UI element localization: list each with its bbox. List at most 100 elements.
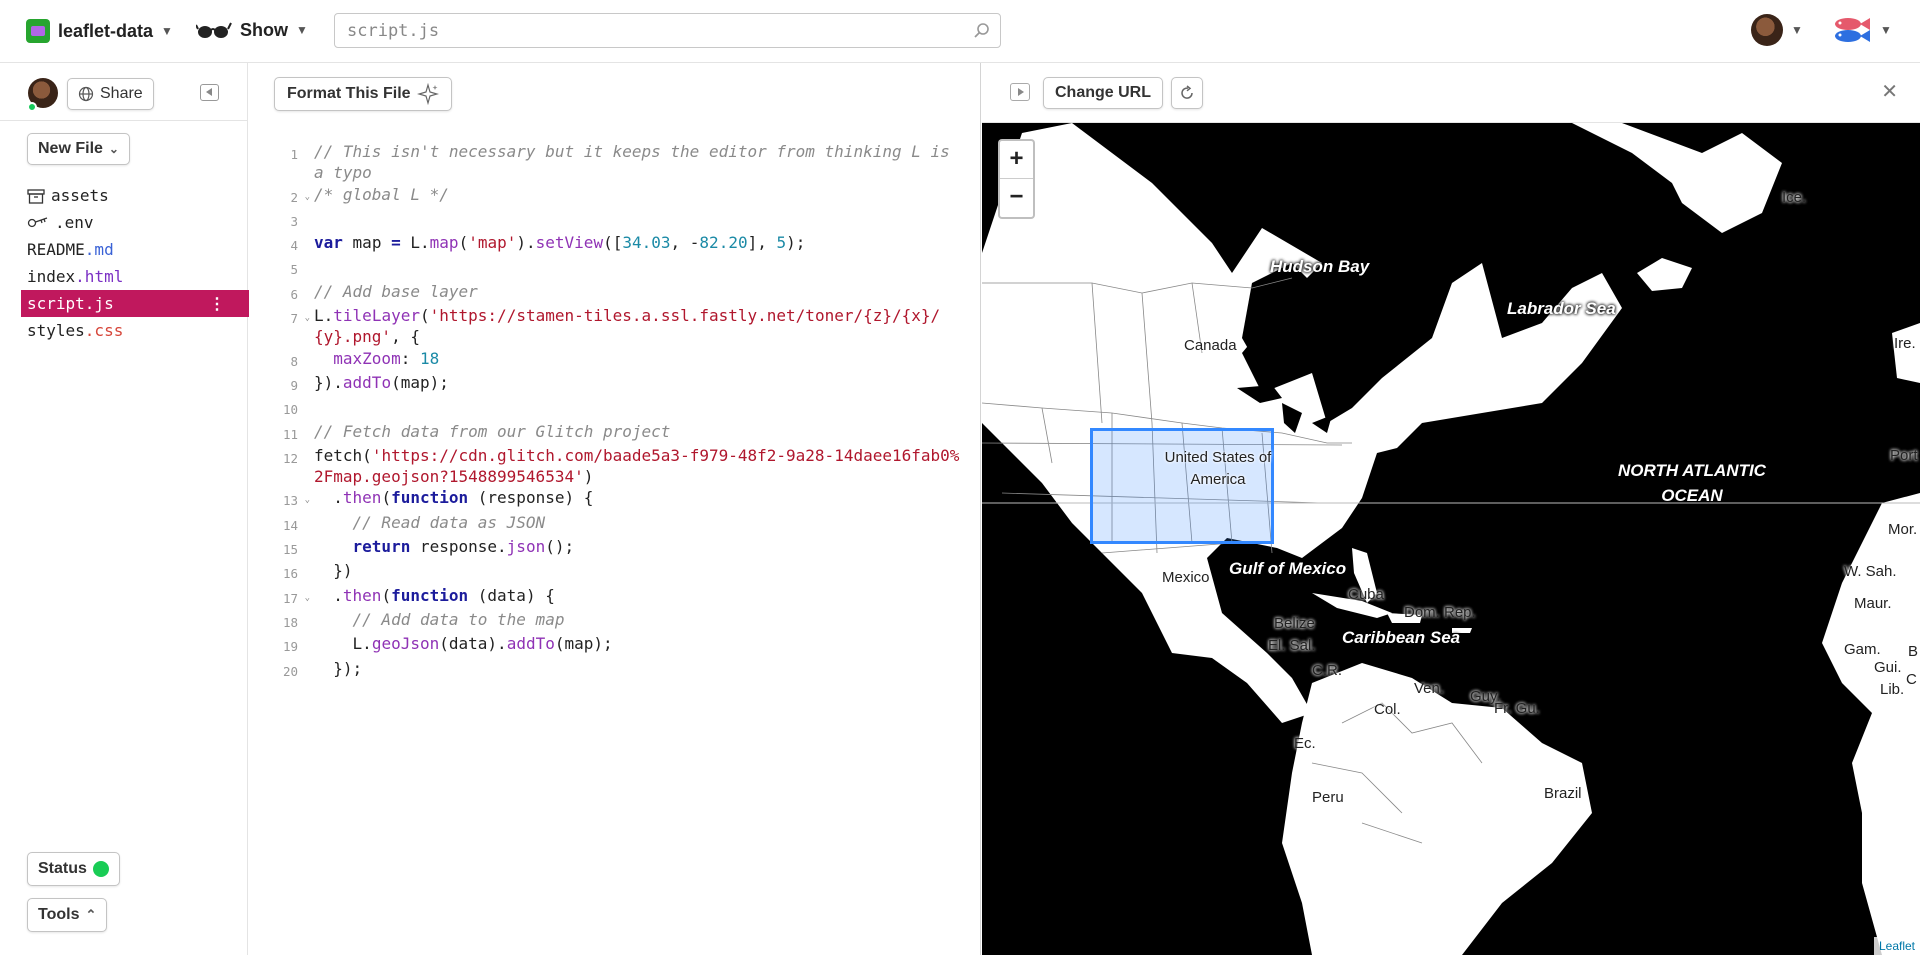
code-line[interactable]: 8 maxZoom: 18 bbox=[249, 348, 981, 372]
share-button[interactable]: Share bbox=[67, 78, 154, 110]
code-line[interactable]: 4 var map = L.map('map').setView([34.03, … bbox=[249, 232, 981, 256]
code-line[interactable]: 10 bbox=[249, 396, 981, 420]
file-ext: .md bbox=[84, 240, 114, 259]
zoom-control: + − bbox=[998, 139, 1035, 219]
zoom-in-button[interactable]: + bbox=[1000, 141, 1033, 179]
code-line[interactable]: 3 bbox=[249, 208, 981, 232]
file-name: .env bbox=[55, 213, 94, 232]
file-styles-css[interactable]: styles.css bbox=[21, 317, 248, 344]
code-text: // Add data to the map bbox=[314, 609, 565, 629]
glitch-menu[interactable]: ▼ bbox=[1830, 14, 1892, 46]
file-list: assets .env README.md index.html script.… bbox=[21, 182, 249, 344]
fold-toggle-icon[interactable]: ⌄ bbox=[305, 187, 310, 208]
file-env[interactable]: .env bbox=[21, 209, 248, 236]
file-assets[interactable]: assets bbox=[21, 182, 248, 209]
user-menu[interactable]: ▼ bbox=[1751, 14, 1803, 46]
leaflet-attribution-link[interactable]: Leaflet bbox=[1873, 937, 1920, 955]
file-script-js[interactable]: script.js ⋮ bbox=[21, 290, 249, 317]
line-number: 15 bbox=[282, 542, 298, 558]
refresh-icon bbox=[1181, 85, 1193, 99]
line-number: 19 bbox=[282, 639, 298, 655]
code-text: // Add base layer bbox=[314, 281, 478, 301]
show-menu-button[interactable]: Show ▼ bbox=[196, 19, 308, 41]
code-area[interactable]: 1 // This isn't necessary but it keeps th… bbox=[249, 141, 981, 682]
change-url-button[interactable]: Change URL bbox=[1043, 77, 1163, 109]
code-line[interactable]: 16 }) bbox=[249, 560, 981, 584]
file-name: assets bbox=[51, 186, 109, 205]
status-button[interactable]: Status bbox=[27, 852, 120, 886]
line-number: 7 ⌄ bbox=[249, 305, 310, 348]
refresh-button[interactable] bbox=[1171, 77, 1203, 109]
code-text: // Read data as JSON bbox=[314, 512, 546, 532]
code-line[interactable]: 5 bbox=[249, 256, 981, 280]
collapse-sidebar-button[interactable] bbox=[200, 84, 219, 101]
map-label: El. Sal. bbox=[1268, 637, 1316, 654]
code-line[interactable]: 12 fetch('https://cdn.glitch.com/baade5a3… bbox=[249, 445, 981, 488]
leaflet-map[interactable]: + − Ice. Hudson Bay Labrador Sea Ire. Ca… bbox=[982, 123, 1920, 955]
close-preview-icon[interactable]: ✕ bbox=[1881, 79, 1898, 104]
code-line[interactable]: 9}).addTo(map); bbox=[249, 372, 981, 396]
map-label: Brazil bbox=[1544, 785, 1582, 802]
map-label: Dom. Rep. bbox=[1404, 604, 1476, 621]
map-label: Belize bbox=[1274, 615, 1315, 632]
code-line[interactable]: 15 return response.json(); bbox=[249, 536, 981, 560]
file-options-icon[interactable]: ⋮ bbox=[209, 290, 225, 317]
format-file-label: Format This File bbox=[287, 85, 411, 102]
fold-toggle-icon[interactable]: ⌄ bbox=[305, 308, 310, 329]
code-line[interactable]: 6 // Add base layer bbox=[249, 281, 981, 305]
sidebar: Share New File ⌄ assets .env README.md i… bbox=[0, 63, 249, 955]
map-label: Ven. bbox=[1414, 680, 1445, 697]
line-number: 16 bbox=[282, 566, 298, 582]
code-text: return response.json(); bbox=[352, 537, 575, 557]
file-ext: .css bbox=[84, 321, 124, 340]
chevron-down-icon: ▼ bbox=[296, 23, 308, 37]
file-name: styles bbox=[27, 321, 85, 340]
code-text: .then(function (data) { bbox=[314, 585, 555, 605]
line-number: 9 bbox=[290, 377, 298, 393]
new-file-label: New File bbox=[38, 140, 103, 157]
code-line[interactable]: 19 L.geoJson(data).addTo(map); bbox=[249, 633, 981, 657]
change-url-label: Change URL bbox=[1055, 84, 1151, 101]
new-file-button[interactable]: New File ⌄ bbox=[27, 133, 130, 165]
file-readme[interactable]: README.md bbox=[21, 236, 248, 263]
code-line[interactable]: 2 ⌄/* global L */ bbox=[249, 184, 981, 208]
project-menu[interactable]: leaflet-data ▼ bbox=[26, 19, 173, 43]
file-search-input[interactable] bbox=[335, 14, 955, 47]
line-number: 14 bbox=[282, 517, 298, 533]
file-index-html[interactable]: index.html bbox=[21, 263, 248, 290]
line-number: 20 bbox=[282, 663, 298, 679]
code-line[interactable]: 13 ⌄ .then(function (response) { bbox=[249, 487, 981, 511]
line-number: 5 bbox=[290, 262, 298, 278]
code-line[interactable]: 11 // Fetch data from our Glitch project bbox=[249, 421, 981, 445]
code-line[interactable]: 20 }); bbox=[249, 658, 981, 682]
map-label: Cuba bbox=[1348, 586, 1384, 603]
code-text: maxZoom: 18 bbox=[333, 348, 440, 368]
code-line[interactable]: 17 ⌄ .then(function (data) { bbox=[249, 585, 981, 609]
project-logo-icon bbox=[26, 19, 50, 43]
preview-toolbar: Change URL ✕ bbox=[982, 63, 1920, 123]
code-line[interactable]: 14 // Read data as JSON bbox=[249, 512, 981, 536]
project-name: leaflet-data bbox=[58, 20, 154, 41]
glitch-fish-logo-icon bbox=[1835, 18, 1870, 42]
zoom-out-button[interactable]: − bbox=[1000, 179, 1033, 217]
file-search bbox=[334, 13, 1001, 48]
file-name: script bbox=[27, 294, 85, 313]
code-line[interactable]: 18 // Add data to the map bbox=[249, 609, 981, 633]
map-label: Ec. bbox=[1294, 735, 1316, 752]
fold-toggle-icon[interactable]: ⌄ bbox=[305, 490, 310, 511]
format-file-button[interactable]: Format This File bbox=[274, 77, 452, 111]
sunglasses-icon bbox=[196, 22, 232, 38]
user-avatar bbox=[1751, 14, 1783, 46]
code-text: .then(function (response) { bbox=[314, 488, 594, 508]
archive-icon bbox=[27, 188, 45, 204]
tools-button[interactable]: Tools ⌃ bbox=[27, 898, 108, 932]
fold-toggle-icon[interactable]: ⌄ bbox=[305, 588, 310, 609]
code-line[interactable]: 7 ⌄ L.tileLayer('https://stamen-tiles.a.ss… bbox=[249, 305, 981, 348]
open-preview-button[interactable] bbox=[1010, 83, 1030, 101]
code-line[interactable]: 1 // This isn't necessary but it keeps th… bbox=[249, 141, 981, 184]
map-label: Ire. bbox=[1894, 335, 1916, 352]
code-text: }) bbox=[314, 561, 353, 581]
map-label: Caribbean Sea bbox=[1342, 628, 1461, 647]
